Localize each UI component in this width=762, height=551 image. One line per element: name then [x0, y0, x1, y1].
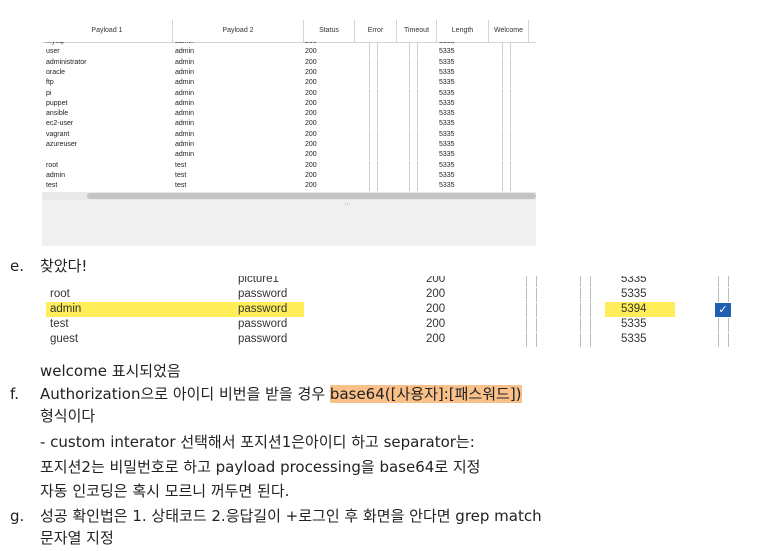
item-f-line2: 형식이다: [40, 407, 96, 425]
timeout-checkbox[interactable]: [580, 288, 591, 302]
item-g-line1: 성공 확인법은 1. 상태코드 2.응답길이 +로그인 후 화면을 안다면 gr…: [40, 507, 542, 525]
length-cell: 5335: [621, 318, 647, 330]
found-heading: 찾았다!: [40, 257, 88, 275]
length-cell: 5335: [621, 333, 647, 345]
welcome-checkbox[interactable]: [718, 318, 729, 332]
welcome-checkbox[interactable]: [718, 276, 729, 287]
welcome-note: welcome 표시되었음: [40, 362, 181, 380]
payload2-cell: picture1: [238, 276, 279, 285]
item-f-line1-text: Authorization으로 아이디 비번을 받을 경우: [40, 385, 330, 403]
payload2-cell: password: [238, 288, 288, 300]
result-row[interactable]: root password 200 5335: [40, 287, 734, 302]
status-cell: 200: [426, 288, 446, 300]
welcome-checked-icon[interactable]: ✓: [715, 303, 731, 317]
error-checkbox[interactable]: [526, 333, 537, 347]
welcome-checkbox[interactable]: [718, 333, 729, 347]
payload1-cell: admin: [50, 303, 82, 315]
item-f-line3: - custom interator 선택해서 포지션1은아이디 하고 sepa…: [40, 433, 475, 451]
status-cell: 200: [426, 333, 446, 345]
timeout-checkbox[interactable]: [580, 276, 591, 287]
payload1-cell: guest: [50, 333, 79, 345]
list-marker-f: f.: [10, 385, 19, 403]
timeout-checkbox[interactable]: [580, 333, 591, 347]
found-results-screenshot: picture1 200 5335 root password 200 5335 admin p…: [40, 276, 734, 354]
payload1-cell: test: [50, 318, 69, 330]
error-checkbox[interactable]: [526, 288, 537, 302]
result-row[interactable]: test password 200 5335: [40, 317, 734, 332]
timeout-checkbox[interactable]: [580, 318, 591, 332]
payload1-cell: root: [50, 288, 70, 300]
status-cell: 200: [426, 303, 446, 315]
payload2-cell: password: [238, 303, 288, 315]
item-g-line2: 문자열 지정: [40, 529, 114, 547]
length-cell: 5335: [621, 276, 647, 285]
item-f-line4: 포지션2는 비밀번호로 하고 payload processing을 base6…: [40, 458, 481, 476]
status-cell: 200: [426, 276, 446, 285]
result-row[interactable]: picture1 200 5335: [40, 276, 734, 287]
length-cell: 5394: [621, 303, 647, 315]
error-checkbox[interactable]: [526, 318, 537, 332]
error-checkbox[interactable]: [526, 276, 537, 287]
timeout-checkbox[interactable]: [580, 303, 591, 317]
list-marker-g: g.: [10, 507, 25, 525]
result-row[interactable]: guest password 200 5335: [40, 332, 734, 347]
item-f-line1: Authorization으로 아이디 비번을 받을 경우 base64([사용…: [40, 384, 522, 404]
list-marker-e: e.: [10, 257, 24, 275]
status-cell: 200: [426, 318, 446, 330]
error-checkbox[interactable]: [526, 303, 537, 317]
item-f-line5: 자동 인코딩은 혹시 모르니 꺼두면 된다.: [40, 482, 290, 500]
base64-format-highlight: base64([사용자]:[패스워드]): [329, 385, 522, 403]
payload2-cell: password: [238, 318, 288, 330]
length-cell: 5335: [621, 288, 647, 300]
payload2-cell: password: [238, 333, 288, 345]
result-row[interactable]: admin password 200 5394 ✓: [40, 302, 734, 317]
welcome-checkbox[interactable]: [718, 288, 729, 302]
